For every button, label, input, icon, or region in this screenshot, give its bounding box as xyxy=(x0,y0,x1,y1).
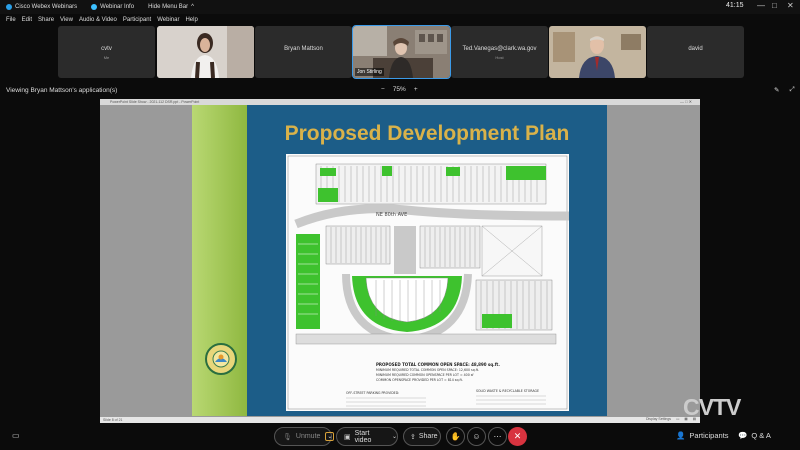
plan-note-provided: COMMON OPENSPACE PROVIDED PER LOT = 814 … xyxy=(376,378,463,382)
qa-icon: 💬 xyxy=(738,431,748,440)
plan-street-label: NE 80th AVE xyxy=(376,212,407,218)
participant-tile-video-2[interactable] xyxy=(549,26,646,78)
participant-tile-ted-vanegas[interactable]: Ted.Vanegas@clark.wa.gov Host xyxy=(451,26,548,78)
participant-role: Me xyxy=(103,55,110,60)
webinar-info-button[interactable]: Webinar Info xyxy=(91,4,134,10)
plan-note-waste: SOLID WASTE & RECYCLABLE STORAGE xyxy=(476,389,539,393)
menu-participant[interactable]: Participant xyxy=(123,17,151,23)
plan-note-min-total: MINIMUM REQUIRED TOTAL COMMON OPEN SPACE… xyxy=(376,368,479,372)
meeting-timer: 41:15 xyxy=(726,2,744,9)
presentation-slide: Proposed Development Plan NE 80th AVE PR… xyxy=(192,105,607,416)
minimize-button[interactable]: — xyxy=(757,1,765,10)
presentation-status-bar: Slide 8 of 21 Display Settings ▭ ▦ ▤ xyxy=(100,417,700,423)
participant-name: Ted.Vanegas@clark.wa.gov xyxy=(462,46,537,52)
participant-tile-jon-stirling[interactable]: Jon Stirling xyxy=(352,25,451,79)
participant-name: Bryan Mattson xyxy=(284,46,323,52)
participant-tile-cvtv[interactable]: cvtv Me xyxy=(58,26,155,78)
participants-button[interactable]: 👤 Participants xyxy=(676,431,729,440)
reactions-icon: ☺ xyxy=(472,432,481,441)
menu-bar: File Edit Share View Audio & Video Parti… xyxy=(0,14,800,26)
participant-name: david xyxy=(688,46,703,52)
participant-name-tag: Jon Stirling xyxy=(355,68,384,76)
maximize-button[interactable]: □ xyxy=(772,1,777,10)
menu-edit[interactable]: Edit xyxy=(22,17,32,23)
zoom-control: − 75% + xyxy=(381,86,418,93)
app-title[interactable]: Cisco Webex Webinars xyxy=(6,4,77,10)
normal-view-icon[interactable]: ▭ xyxy=(676,417,679,421)
end-call-icon: ✕ xyxy=(513,431,522,441)
title-bar: Cisco Webex Webinars Webinar Info Hide M… xyxy=(0,0,800,14)
more-icon: ⋯ xyxy=(493,432,502,441)
chevron-down-icon[interactable]: ⌄ xyxy=(325,432,335,441)
info-icon xyxy=(91,4,98,10)
cvtv-watermark-logo: CVTV xyxy=(683,394,741,420)
captions-icon[interactable]: ▭ xyxy=(12,431,20,440)
plan-note-total: PROPOSED TOTAL COMMON OPEN SPACE: 48,890… xyxy=(376,362,500,367)
annotate-icon[interactable]: ✎ xyxy=(774,86,779,94)
reactions-button[interactable]: ☺ xyxy=(467,427,486,446)
menu-view[interactable]: View xyxy=(60,17,73,23)
chevron-down-icon[interactable]: ⌄ xyxy=(392,433,397,440)
site-plan-image: NE 80th AVE PROPOSED TOTAL COMMON OPEN S… xyxy=(286,154,570,411)
hide-menu-bar-button[interactable]: Hide Menu Bar ^ xyxy=(148,4,194,10)
presentation-window-controls: — □ ✕ xyxy=(680,99,692,104)
leave-meeting-button[interactable]: ✕ xyxy=(508,427,527,446)
menu-help[interactable]: Help xyxy=(185,17,197,23)
zoom-in-button[interactable]: + xyxy=(414,86,418,93)
slide-counter: Slide 8 of 21 xyxy=(103,418,123,422)
video-icon: ▣ xyxy=(344,433,351,441)
raise-hand-button[interactable]: ✋ xyxy=(446,427,465,446)
zoom-out-button[interactable]: − xyxy=(381,86,385,93)
participants-icon: 👤 xyxy=(676,431,686,440)
menu-file[interactable]: File xyxy=(6,17,16,23)
plan-note-min-per-lot: MINIMUM REQUIRED COMMON OPENSPACE PER LO… xyxy=(376,373,474,377)
menu-audio-video[interactable]: Audio & Video xyxy=(79,17,117,23)
close-button[interactable]: ✕ xyxy=(787,1,794,10)
zoom-level[interactable]: 75% xyxy=(393,86,406,93)
share-button[interactable]: ⇪ Share xyxy=(403,427,441,446)
participant-tile-david[interactable]: david xyxy=(647,26,744,78)
viewing-label: Viewing Bryan Mattson's application(s) xyxy=(6,87,118,94)
county-seal-logo xyxy=(205,343,237,375)
share-view-bar: Viewing Bryan Mattson's application(s) −… xyxy=(0,85,800,97)
start-video-button[interactable]: ▣ Start video ⌄ xyxy=(336,427,398,446)
shared-content: PowerPoint Slide Show - 2021-112 DSR.ppt… xyxy=(100,99,700,423)
menu-webinar[interactable]: Webinar xyxy=(157,17,179,23)
participant-tile-video-1[interactable] xyxy=(157,26,254,78)
participant-tile-bryan-mattson[interactable]: Bryan Mattson xyxy=(255,26,352,78)
participant-name: cvtv xyxy=(101,46,112,52)
expand-icon[interactable]: ⤢ xyxy=(789,86,794,94)
menu-share[interactable]: Share xyxy=(38,17,54,23)
share-icon: ⇪ xyxy=(410,433,416,441)
participant-video xyxy=(157,26,254,78)
chevron-up-icon: ^ xyxy=(191,4,194,10)
display-settings[interactable]: Display Settings xyxy=(646,417,671,421)
webex-icon xyxy=(6,4,12,10)
raise-hand-icon: ✋ xyxy=(450,432,461,441)
participant-video xyxy=(549,26,646,78)
slide-title: Proposed Development Plan xyxy=(284,122,570,145)
meeting-control-bar: ▭ 🎙 Unmute ⌄ ▣ Start video ⌄ ⇪ Share ✋ ☺… xyxy=(0,424,800,450)
more-options-button[interactable]: ⋯ xyxy=(488,427,507,446)
mic-muted-icon: 🎙 xyxy=(283,433,292,441)
participant-role: Host xyxy=(495,55,504,60)
presentation-title: PowerPoint Slide Show - 2021-112 DSR.ppt… xyxy=(110,99,200,104)
qa-button[interactable]: 💬 Q & A xyxy=(738,431,771,440)
unmute-button[interactable]: 🎙 Unmute ⌄ xyxy=(274,427,335,446)
plan-note-parking: OFF-STREET PARKING PROVIDED: xyxy=(346,391,399,395)
